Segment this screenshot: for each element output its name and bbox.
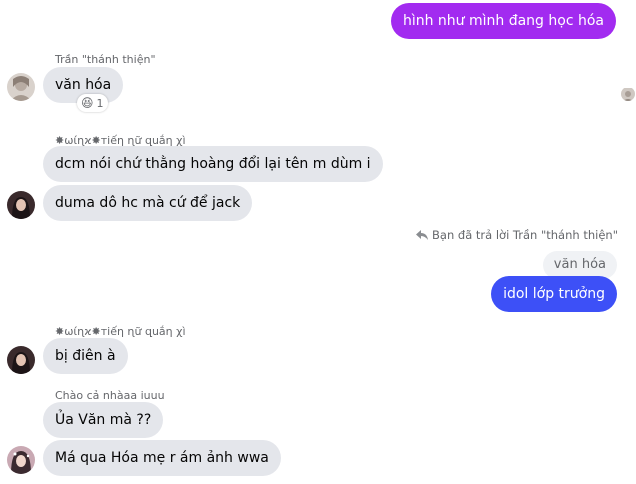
avatar[interactable]	[7, 446, 35, 474]
reply-context-text: Bạn đã trả lời Trần "thánh thiện"	[432, 228, 618, 242]
laughing-emoji-icon: 😆	[81, 96, 94, 110]
outgoing-message[interactable]: hình như mình đang học hóa	[390, 3, 616, 39]
incoming-message[interactable]: duma dô hc mà cứ để jack	[43, 185, 253, 221]
reply-arrow-icon	[416, 229, 429, 240]
avatar[interactable]	[7, 73, 35, 101]
reply-context: Bạn đã trả lời Trần "thánh thiện"	[416, 228, 618, 242]
quoted-text: văn hóa	[553, 257, 606, 272]
avatar[interactable]	[7, 346, 35, 374]
message-text: duma dô hc mà cứ để jack	[55, 195, 241, 211]
message-text: bị điên à	[55, 348, 116, 364]
message-text: Má qua Hóa mẹ r ám ảnh wwa	[55, 450, 269, 466]
incoming-message[interactable]: dcm nói chứ thằng hoàng đổi lại tên m dù…	[43, 146, 383, 182]
quoted-message[interactable]: văn hóa	[542, 251, 617, 279]
reaction-count: 1	[96, 96, 104, 110]
seen-avatar	[621, 87, 635, 101]
incoming-message[interactable]: Má qua Hóa mẹ r ám ảnh wwa	[43, 440, 281, 476]
message-text: Ủa Văn mà ??	[55, 412, 152, 428]
sender-name: Trần "thánh thiện"	[55, 53, 156, 66]
sender-name: Chào cả nhàaa iuuu	[55, 389, 165, 402]
incoming-message[interactable]: Ủa Văn mà ??	[43, 402, 164, 438]
message-text: idol lớp trưởng	[503, 286, 605, 302]
message-text: văn hóa	[55, 77, 112, 93]
message-text: dcm nói chứ thằng hoàng đổi lại tên m dù…	[55, 156, 371, 172]
incoming-message[interactable]: bị điên à	[43, 338, 128, 374]
sender-name: ✸ωίɳϰ✸тiếη ɳữ զսắη χì	[55, 325, 186, 338]
reaction-badge[interactable]: 😆 1	[77, 94, 108, 112]
message-text: hình như mình đang học hóa	[402, 13, 604, 29]
avatar[interactable]	[7, 191, 35, 219]
outgoing-message[interactable]: idol lớp trưởng	[491, 276, 617, 312]
